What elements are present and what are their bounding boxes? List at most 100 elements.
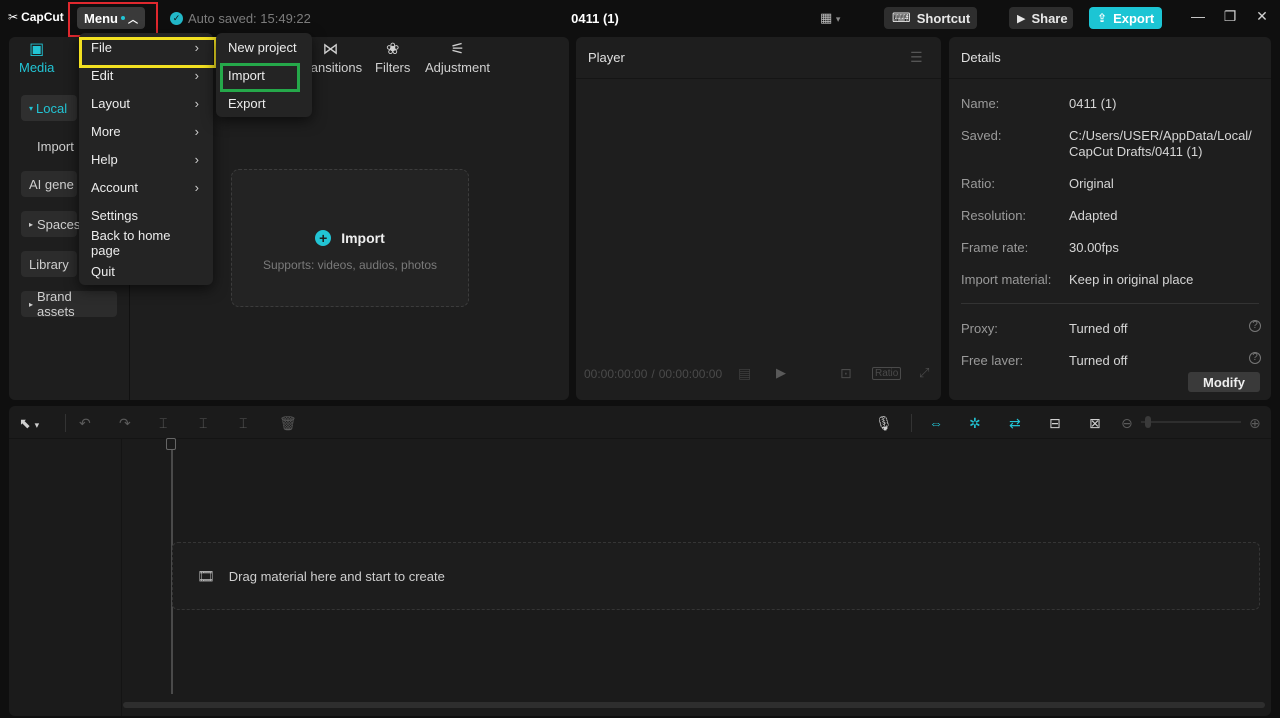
detail-label-resolution: Resolution:: [961, 208, 1027, 223]
maximize-button[interactable]: ❐: [1220, 8, 1240, 25]
share-icon: ▶: [1017, 12, 1026, 25]
axis-icon: ⊟: [1049, 415, 1061, 431]
keyboard-icon: ⌨: [892, 10, 911, 25]
sidebar-item-ai-generated[interactable]: AI gene: [21, 171, 77, 197]
sidebar-item-label: Import: [37, 138, 74, 154]
timeline-grid-button[interactable]: ▤: [738, 365, 751, 382]
preview-axis-button[interactable]: ⊟: [1049, 415, 1061, 432]
ratio-button[interactable]: Ratio: [872, 367, 902, 380]
sidebar-item-label: Library: [29, 256, 69, 272]
detail-label-saved: Saved:: [961, 128, 1002, 143]
import-drop-card[interactable]: + Import Supports: videos, audios, photo…: [231, 169, 469, 307]
autosave-status: ✓ Auto saved: 15:49:22: [170, 11, 311, 26]
minimize-button[interactable]: —: [1188, 8, 1208, 24]
restore-icon: ❐: [1223, 8, 1237, 24]
zoom-fit-button[interactable]: ⊡: [840, 365, 852, 382]
player-menu-button[interactable]: ☰: [910, 49, 923, 66]
linkage-button[interactable]: ⇄: [1009, 415, 1021, 432]
menu-item-back-to-home[interactable]: Back to home page: [79, 228, 213, 258]
shortcut-label: Shortcut: [916, 10, 971, 26]
microphone-icon: 🎙: [875, 415, 893, 431]
details-section-divider: [961, 303, 1259, 304]
menu-item-help[interactable]: Help ›: [79, 145, 213, 173]
tab-label: Media: [19, 60, 55, 75]
info-icon[interactable]: ?: [1249, 320, 1261, 332]
detail-label-import-material: Import material:: [961, 272, 1052, 287]
sidebar-item-label: Spaces: [37, 216, 81, 232]
menu-item-label: Layout: [91, 95, 131, 111]
delete-button[interactable]: 🗑: [279, 415, 297, 432]
export-button[interactable]: ⇪ Export: [1089, 7, 1162, 29]
minimize-icon: —: [1191, 8, 1205, 24]
menu-item-label: Quit: [91, 263, 115, 279]
share-button[interactable]: ▶ Share: [1009, 7, 1073, 29]
split-right-button[interactable]: ⌶: [239, 415, 247, 432]
undo-button[interactable]: ↶: [79, 415, 91, 432]
detail-value-ratio: Original: [1069, 176, 1114, 191]
submenu-item-new-project[interactable]: New project: [216, 33, 312, 61]
chevron-down-icon: ▾: [835, 14, 841, 24]
auto-snap-button[interactable]: ✲: [969, 415, 981, 432]
share-label: Share: [1031, 10, 1068, 26]
play-button[interactable]: ▶: [776, 365, 786, 381]
filters-icon: ❀: [385, 41, 400, 58]
highlight-file-item: [79, 37, 217, 68]
menu-item-label: Back to home page: [91, 228, 171, 258]
chevron-down-icon: ▾: [34, 420, 40, 430]
player-title: Player: [588, 50, 625, 65]
sidebar-item-import[interactable]: Import: [29, 133, 85, 159]
main-track-magnet-button[interactable]: ⇔: [929, 415, 943, 431]
thumbnail-button[interactable]: ⊠: [1089, 415, 1101, 432]
modify-button[interactable]: Modify: [1188, 372, 1260, 392]
current-timecode: 00:00:00:00: [584, 367, 648, 381]
menu-item-settings[interactable]: Settings: [79, 201, 213, 229]
minus-circle-icon: ⊖: [1121, 415, 1133, 431]
info-icon[interactable]: ?: [1249, 352, 1261, 364]
close-button[interactable]: ✕: [1252, 8, 1272, 25]
zoom-slider[interactable]: [1141, 416, 1241, 428]
player-timecode: 00:00:00:00 / 00:00:00:00: [584, 367, 722, 381]
sidebar-item-local[interactable]: ▾ Local: [21, 95, 77, 121]
redo-icon: ↷: [119, 415, 131, 431]
zoom-slider-handle[interactable]: [1145, 416, 1151, 428]
detail-value-resolution: Adapted: [1069, 208, 1118, 223]
menu-item-layout[interactable]: Layout ›: [79, 89, 213, 117]
zoom-in-button[interactable]: ⊕: [1249, 415, 1261, 432]
total-timecode: 00:00:00:00: [658, 367, 723, 381]
link-icon: ⇄: [1009, 415, 1021, 431]
split-icon: ⌶: [159, 415, 168, 431]
detail-label-ratio: Ratio:: [961, 176, 995, 191]
toolbar-divider: [65, 414, 66, 432]
shortcut-button[interactable]: ⌨ Shortcut: [884, 7, 977, 29]
timeline-horizontal-scrollbar[interactable]: [123, 702, 1265, 708]
menu-item-account[interactable]: Account ›: [79, 173, 213, 201]
timeline-drop-zone[interactable]: 🎞 Drag material here and start to create: [172, 542, 1260, 610]
tab-media[interactable]: ▣ Media: [19, 40, 54, 75]
menu-item-quit[interactable]: Quit: [79, 257, 213, 285]
playhead-handle[interactable]: [166, 438, 176, 450]
autosave-text: Auto saved: 15:49:22: [188, 11, 311, 26]
tab-label: Adjustment: [425, 60, 491, 75]
split-left-button[interactable]: ⌶: [199, 415, 207, 432]
tab-adjustment[interactable]: ⚟ Adjustment: [425, 40, 490, 75]
zoom-out-button[interactable]: ⊖: [1121, 415, 1133, 432]
redo-button[interactable]: ↷: [119, 415, 131, 432]
sidebar-item-spaces[interactable]: ▸ Spaces: [21, 211, 81, 237]
sidebar-item-library[interactable]: Library: [21, 251, 77, 277]
select-tool-button[interactable]: ⬉ ▾: [19, 415, 39, 432]
drop-zone-text: Drag material here and start to create: [228, 568, 445, 584]
submenu-item-export[interactable]: Export: [216, 89, 312, 117]
player-divider: [576, 78, 941, 79]
layout-switch-button[interactable]: ▦ ▾: [820, 10, 840, 26]
hamburger-icon: ☰: [910, 49, 923, 65]
menu-item-label: Settings: [91, 207, 138, 223]
tab-filters[interactable]: ❀ Filters: [375, 40, 410, 75]
app-name: CapCut: [21, 10, 64, 24]
toolbar-divider: [911, 414, 912, 432]
split-button[interactable]: ⌶: [159, 415, 167, 432]
menu-item-more[interactable]: More ›: [79, 117, 213, 145]
sidebar-item-brand-assets[interactable]: ▸ Brand assets: [21, 289, 117, 319]
record-audio-button[interactable]: 🎙: [875, 415, 893, 432]
player-panel: Player ☰ 00:00:00:00 / 00:00:00:00 ▤ ▶ ⊡…: [576, 37, 941, 400]
fullscreen-button[interactable]: ⤢: [919, 365, 929, 381]
